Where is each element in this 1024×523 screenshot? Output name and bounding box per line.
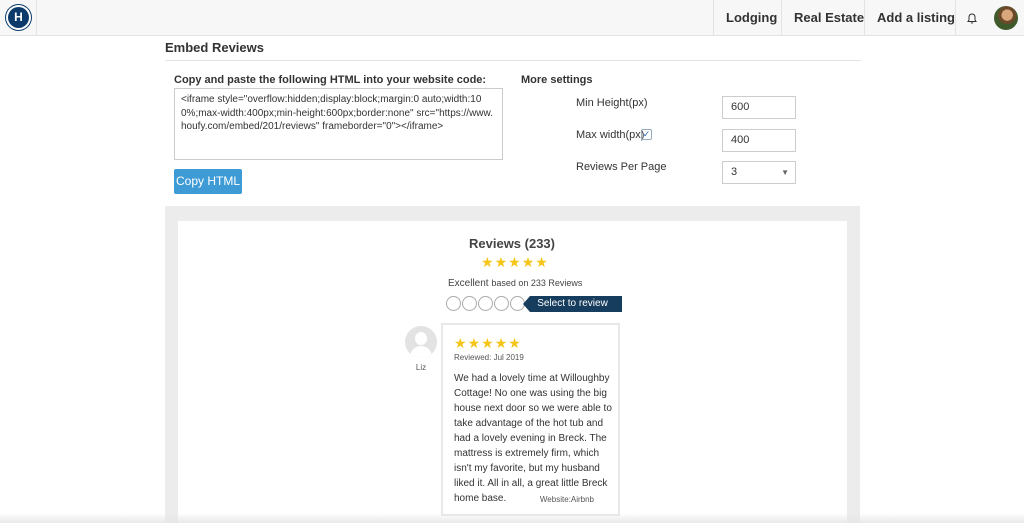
user-avatar[interactable] bbox=[994, 6, 1018, 30]
min-height-input[interactable]: 600 bbox=[722, 96, 796, 119]
copy-html-button[interactable]: Copy HTML bbox=[174, 169, 242, 194]
rating-summary: Excellent based on 233 Reviews bbox=[448, 278, 582, 289]
reviews-title: Reviews (233) bbox=[469, 236, 555, 251]
top-navbar: H Lodging Real Estate Add a listing bbox=[0, 0, 1024, 36]
page-title: Embed Reviews bbox=[165, 40, 264, 55]
select-value: 3 bbox=[731, 166, 738, 178]
star-icon: ★ bbox=[535, 254, 548, 270]
min-height-label: Min Height(px) bbox=[576, 97, 648, 109]
star-icon: ★ bbox=[521, 254, 535, 270]
reviews-per-page-select[interactable]: 3 ▼ bbox=[722, 161, 796, 184]
divider bbox=[165, 60, 861, 61]
rating-circle-5[interactable] bbox=[510, 296, 525, 311]
review-count-text: based on 233 Reviews bbox=[491, 278, 583, 288]
embed-code-textarea[interactable]: <iframe style="overflow:hidden;display:b… bbox=[174, 88, 503, 160]
reviewer-name: Liz bbox=[415, 363, 427, 372]
review-source: Website:Airbnb bbox=[539, 495, 594, 504]
reviewer-avatar-icon bbox=[405, 326, 437, 358]
nav-real-estate[interactable]: Real Estate bbox=[781, 0, 876, 36]
review-stars: ★ ★ ★ ★ ★ bbox=[454, 336, 521, 350]
overall-rating-stars: ★ ★ ★ ★ ★ bbox=[481, 255, 548, 269]
rating-circle-4[interactable] bbox=[494, 296, 509, 311]
nav-add-listing[interactable]: Add a listing bbox=[864, 0, 967, 36]
max-width-input[interactable]: 400 bbox=[722, 129, 796, 152]
star-icon: ★ bbox=[481, 335, 494, 351]
nav-lodging[interactable]: Lodging bbox=[713, 0, 789, 36]
more-settings-heading: More settings bbox=[521, 74, 593, 86]
star-icon: ★ bbox=[481, 254, 494, 270]
rating-word: Excellent bbox=[448, 278, 489, 289]
rating-circle-3[interactable] bbox=[478, 296, 493, 311]
rating-circle-1[interactable] bbox=[446, 296, 461, 311]
embed-code-label: Copy and paste the following HTML into y… bbox=[174, 74, 487, 86]
max-width-label: Max width(px) bbox=[576, 129, 645, 141]
bottom-fade bbox=[0, 513, 1024, 523]
rating-circle-2[interactable] bbox=[462, 296, 477, 311]
star-icon: ★ bbox=[454, 335, 467, 351]
star-icon: ★ bbox=[494, 335, 508, 351]
houfy-logo[interactable]: H bbox=[8, 7, 29, 28]
divider bbox=[36, 0, 37, 36]
select-to-review-tag: Select to review bbox=[523, 296, 622, 312]
star-icon: ★ bbox=[508, 254, 521, 270]
reviews-per-page-label: Reviews Per Page bbox=[576, 161, 667, 173]
notifications-bell-icon[interactable] bbox=[955, 0, 987, 36]
max-width-checkbox[interactable]: ✓ bbox=[641, 129, 652, 140]
star-icon: ★ bbox=[494, 254, 508, 270]
chevron-down-icon: ▼ bbox=[781, 168, 789, 177]
review-text: We had a lovely time at Willoughby Cotta… bbox=[454, 373, 612, 504]
rating-selector[interactable] bbox=[446, 296, 525, 311]
star-icon: ★ bbox=[467, 335, 481, 351]
review-date: Reviewed: Jul 2019 bbox=[454, 353, 524, 362]
star-icon: ★ bbox=[508, 335, 521, 351]
